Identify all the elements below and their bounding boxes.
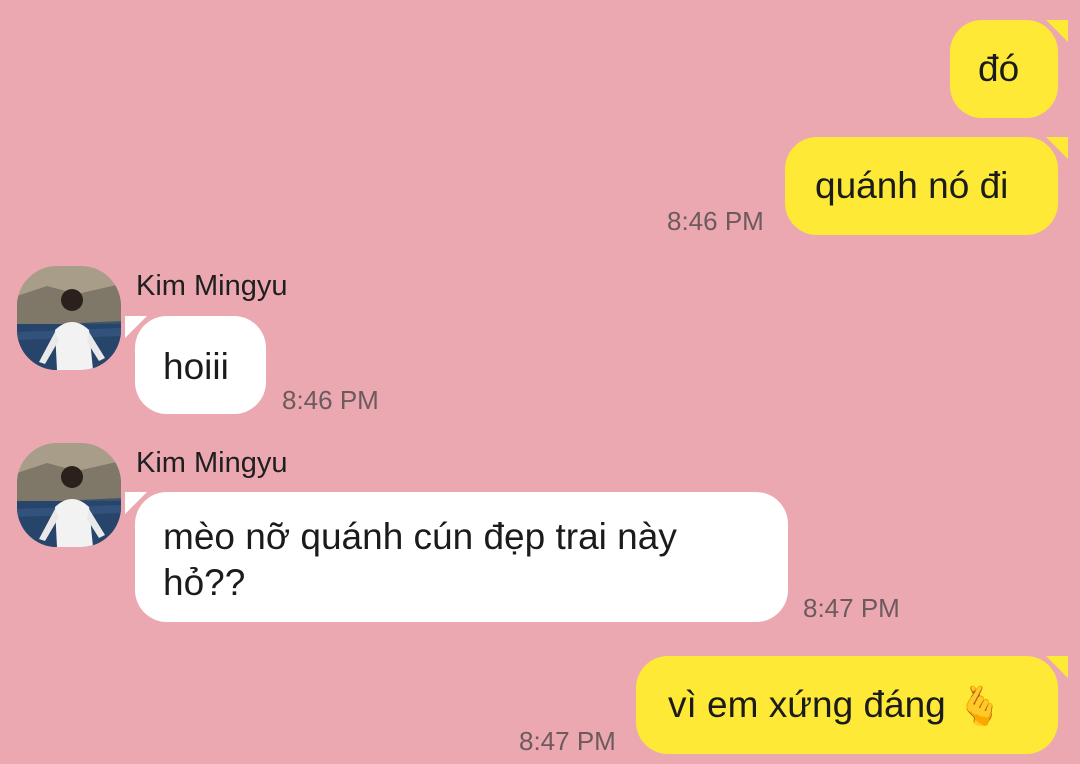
- sender-name: Kim Mingyu: [136, 270, 288, 302]
- message-timestamp: 8:46 PM: [282, 385, 379, 415]
- bubble-tail: [1046, 137, 1068, 159]
- message-text: đó: [978, 48, 1020, 89]
- profile-photo-icon: [17, 443, 121, 547]
- outgoing-message-bubble[interactable]: đó: [950, 20, 1068, 118]
- message-timestamp: 8:47 PM: [803, 593, 900, 623]
- incoming-message-bubble[interactable]: hoiii: [125, 316, 266, 414]
- message-text: vì em xứng đáng: [668, 684, 946, 725]
- message-text: quánh nó đi: [815, 165, 1009, 206]
- bubble-tail: [125, 316, 147, 338]
- profile-photo-icon: [17, 266, 121, 370]
- bubble-tail: [125, 492, 147, 514]
- avatar[interactable]: [17, 266, 121, 370]
- message-timestamp: 8:46 PM: [667, 206, 764, 236]
- message-text-line: mèo nỡ quánh cún đẹp trai này: [163, 516, 677, 557]
- avatar[interactable]: [17, 443, 121, 547]
- outgoing-message-bubble[interactable]: quánh nó đi: [785, 137, 1068, 235]
- message-text-line: hỏ??: [163, 562, 246, 603]
- outgoing-message-bubble[interactable]: vì em xứng đáng 🫰: [636, 656, 1068, 754]
- bubble-tail: [1046, 20, 1068, 42]
- chat-thread: đó quánh nó đi 8:46 PM Kim Mingyu hoiii …: [0, 0, 1080, 764]
- message-text: hoiii: [163, 346, 229, 387]
- incoming-message-bubble[interactable]: mèo nỡ quánh cún đẹp trai này hỏ??: [125, 492, 788, 622]
- sender-name: Kim Mingyu: [136, 447, 288, 479]
- message-timestamp: 8:47 PM: [519, 726, 616, 756]
- bubble-tail: [1046, 656, 1068, 678]
- finger-heart-emoji-icon: 🫰: [956, 686, 1004, 729]
